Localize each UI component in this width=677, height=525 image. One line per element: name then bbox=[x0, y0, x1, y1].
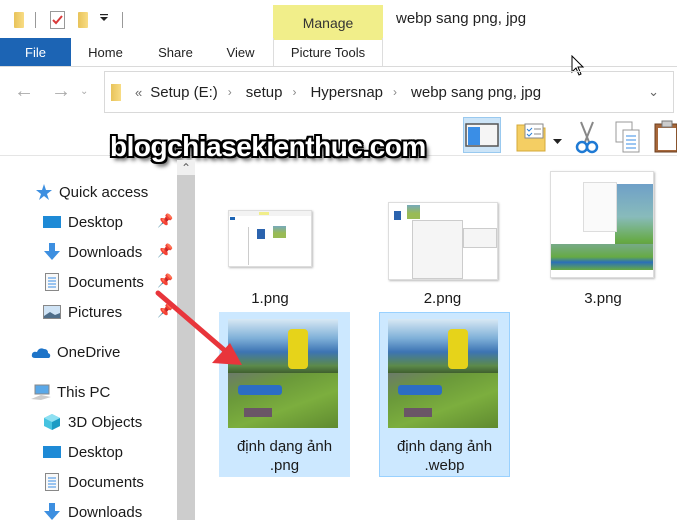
tab-file[interactable]: File bbox=[0, 38, 71, 66]
nav-label: This PC bbox=[57, 383, 111, 401]
paste-clipboard-icon[interactable] bbox=[654, 120, 677, 159]
navigation-pane-icon bbox=[465, 123, 499, 147]
file-thumbnail bbox=[388, 202, 498, 280]
select-dropdown-icon[interactable] bbox=[553, 132, 562, 150]
nav-item-downloads[interactable]: Downloads bbox=[42, 239, 142, 265]
new-folder-icon[interactable] bbox=[78, 12, 88, 28]
nav-label: Pictures bbox=[68, 303, 123, 321]
file-name-line2: .png bbox=[269, 457, 300, 474]
nav-label: Desktop bbox=[68, 213, 124, 231]
documents-icon bbox=[42, 473, 62, 491]
forward-button[interactable]: → bbox=[51, 80, 71, 103]
tab-share[interactable]: Share bbox=[148, 38, 203, 66]
file-name-line1: định dạng ảnh bbox=[396, 438, 493, 455]
overflow-chevron[interactable]: « bbox=[135, 85, 142, 100]
quick-access-star-icon bbox=[33, 183, 53, 201]
nav-label: Documents bbox=[68, 273, 144, 291]
pictures-icon bbox=[42, 303, 62, 321]
breadcrumb-setup-e[interactable]: Setup (E:) bbox=[150, 84, 218, 101]
address-dropdown-icon[interactable]: ⌄ bbox=[648, 84, 659, 100]
copy-icon[interactable] bbox=[614, 120, 642, 159]
breadcrumb-separator[interactable]: › bbox=[393, 85, 397, 99]
file-thumbnail bbox=[228, 210, 312, 267]
nav-item-pictures[interactable]: Pictures bbox=[42, 299, 122, 325]
properties-checkmark-icon[interactable] bbox=[50, 11, 65, 29]
file-item-3-png[interactable]: 3.png bbox=[548, 170, 658, 310]
file-item-dinh-dang-anh-webp[interactable]: định dạng ảnh .webp bbox=[379, 312, 510, 477]
breadcrumb-separator[interactable]: › bbox=[292, 85, 296, 99]
file-name: 3.png bbox=[584, 290, 622, 307]
tab-home[interactable]: Home bbox=[78, 38, 133, 66]
address-bar[interactable]: « Setup (E:) › setup › Hypersnap › webp … bbox=[104, 71, 674, 113]
folder-icon bbox=[111, 83, 121, 101]
nav-item-desktop[interactable]: Desktop bbox=[42, 209, 123, 235]
tab-view[interactable]: View bbox=[213, 38, 268, 66]
file-name-line2: .webp bbox=[424, 457, 465, 474]
nav-label: OneDrive bbox=[57, 343, 121, 361]
window-title: webp sang png, jpg bbox=[396, 10, 527, 27]
nav-label: 3D Objects bbox=[68, 413, 143, 431]
toolbar-divider bbox=[122, 12, 123, 28]
file-thumbnail bbox=[388, 319, 498, 428]
toolbar-divider bbox=[35, 12, 36, 28]
watermark-text: blogchiasekienthuc.com bbox=[110, 131, 426, 162]
back-button[interactable]: ← bbox=[14, 80, 34, 103]
breadcrumb-current[interactable]: webp sang png, jpg bbox=[411, 84, 541, 101]
nav-item-3d-objects[interactable]: 3D Objects bbox=[42, 409, 142, 435]
recent-locations-dropdown[interactable]: ⌄ bbox=[80, 86, 88, 97]
desktop-icon bbox=[42, 443, 62, 461]
file-name: 2.png bbox=[423, 290, 462, 307]
tab-picture-tools[interactable]: Picture Tools bbox=[273, 38, 383, 66]
nav-label: Downloads bbox=[68, 243, 143, 261]
nav-onedrive[interactable]: OneDrive bbox=[31, 339, 120, 365]
nav-item-desktop-pc[interactable]: Desktop bbox=[42, 439, 123, 465]
nav-item-downloads-pc[interactable]: Downloads bbox=[42, 499, 142, 525]
breadcrumb-setup[interactable]: setup bbox=[246, 84, 283, 101]
nav-label: Desktop bbox=[68, 443, 124, 461]
manage-contextual-tab[interactable]: Manage bbox=[273, 5, 383, 40]
scroll-up-button[interactable]: ⌃ bbox=[177, 160, 195, 176]
nav-item-documents[interactable]: Documents bbox=[42, 269, 144, 295]
nav-this-pc[interactable]: This PC bbox=[31, 379, 110, 405]
pin-icon[interactable]: 📌 bbox=[157, 213, 173, 229]
cut-scissors-icon[interactable] bbox=[574, 120, 600, 159]
customize-dropdown-icon[interactable] bbox=[100, 14, 109, 26]
downloads-arrow-icon bbox=[42, 503, 62, 521]
downloads-arrow-icon bbox=[42, 243, 62, 261]
folder-icon[interactable] bbox=[14, 12, 24, 28]
3d-objects-cube-icon bbox=[42, 413, 62, 431]
nav-label: Quick access bbox=[59, 183, 149, 201]
onedrive-cloud-icon bbox=[31, 343, 51, 361]
nav-label: Documents bbox=[68, 473, 144, 491]
pin-icon[interactable]: 📌 bbox=[157, 243, 173, 259]
select-all-icon[interactable] bbox=[515, 121, 547, 158]
annotation-arrow-icon bbox=[155, 290, 242, 365]
nav-label: Downloads bbox=[68, 503, 143, 521]
file-thumbnail bbox=[550, 171, 654, 278]
file-item-2-png[interactable]: 2.png bbox=[385, 195, 500, 310]
nav-item-documents-pc[interactable]: Documents bbox=[42, 469, 144, 495]
navigation-pane-button[interactable] bbox=[463, 117, 501, 153]
this-pc-icon bbox=[31, 383, 51, 401]
breadcrumb-separator[interactable]: › bbox=[228, 85, 232, 99]
nav-quick-access[interactable]: Quick access bbox=[33, 179, 148, 205]
breadcrumb-hypersnap[interactable]: Hypersnap bbox=[310, 84, 383, 101]
file-name-line1: định dạng ảnh bbox=[236, 438, 333, 455]
desktop-icon bbox=[42, 213, 62, 231]
documents-icon bbox=[42, 273, 62, 291]
